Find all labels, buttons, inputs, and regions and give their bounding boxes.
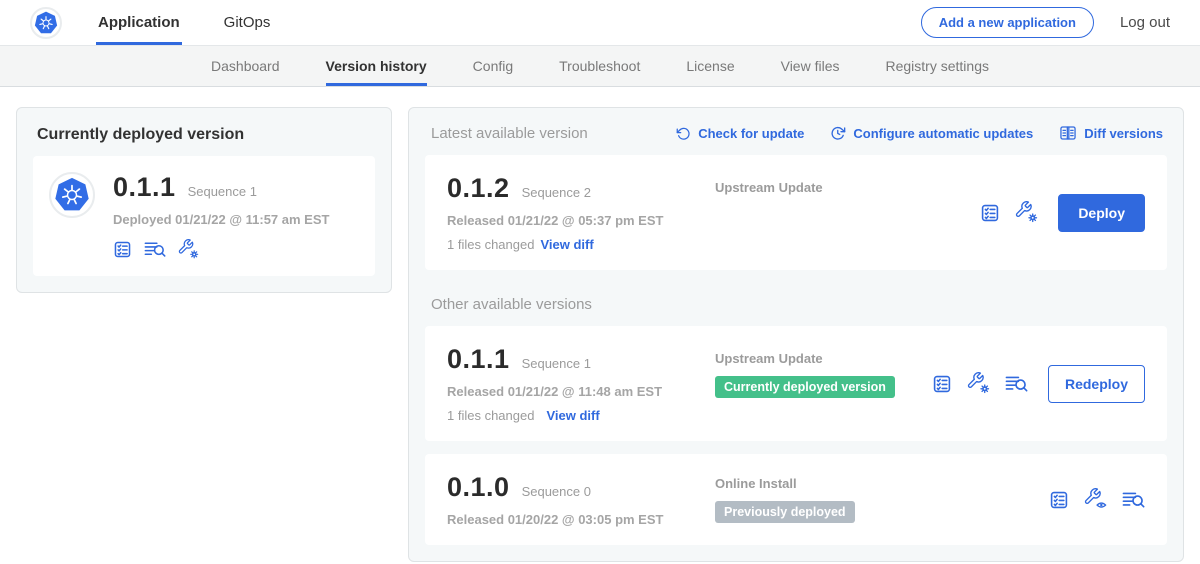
- subnav-item-license[interactable]: License: [686, 46, 734, 86]
- release-notes-icon[interactable]: [1005, 374, 1028, 394]
- app-subnav: Dashboard Version history Config Trouble…: [0, 46, 1200, 87]
- header-tab-application[interactable]: Application: [96, 0, 182, 45]
- checklist-icon[interactable]: [113, 240, 132, 259]
- view-diff-link[interactable]: View diff: [540, 237, 593, 252]
- released-timestamp: Released 01/21/22 @ 05:37 pm EST: [447, 213, 715, 228]
- deploy-button[interactable]: Deploy: [1058, 194, 1145, 232]
- subnav-item-version-history[interactable]: Version history: [326, 46, 427, 86]
- deployed-sequence-label: Sequence 1: [188, 184, 257, 199]
- checklist-icon[interactable]: [980, 203, 1000, 223]
- previously-deployed-badge: Previously deployed: [715, 501, 855, 523]
- diff-versions-label: Diff versions: [1084, 126, 1163, 141]
- deployed-timestamp: Deployed 01/21/22 @ 11:57 am EST: [113, 212, 329, 227]
- currently-deployed-card: 0.1.1 Sequence 1 Deployed 01/21/22 @ 11:…: [33, 156, 375, 276]
- version-source-label: Upstream Update: [715, 180, 980, 195]
- version-history-panel: Latest available version Check for updat…: [408, 107, 1184, 562]
- release-notes-icon[interactable]: [1122, 490, 1145, 510]
- auto-update-icon: [830, 125, 846, 141]
- subnav-item-view-files[interactable]: View files: [781, 46, 840, 86]
- release-notes-icon[interactable]: [144, 240, 166, 259]
- version-number: 0.1.0: [447, 472, 510, 503]
- check-for-update-link[interactable]: Check for update: [676, 126, 804, 141]
- app-header: Application GitOps Add a new application…: [0, 0, 1200, 46]
- header-spacer: [312, 0, 920, 45]
- diff-versions-link[interactable]: Diff versions: [1059, 124, 1163, 142]
- check-for-update-label: Check for update: [698, 126, 804, 141]
- view-config-icon[interactable]: [1084, 488, 1107, 511]
- header-tab-gitops[interactable]: GitOps: [222, 0, 273, 45]
- app-logo[interactable]: [30, 0, 62, 45]
- view-diff-link[interactable]: View diff: [546, 408, 599, 423]
- refresh-icon: [676, 126, 691, 141]
- currently-deployed-panel: Currently deployed version 0.1.1 Sequenc…: [16, 107, 392, 293]
- deployed-version-number: 0.1.1: [113, 172, 176, 203]
- logout-button[interactable]: Log out: [1120, 14, 1170, 31]
- version-row-0-1-1: 0.1.1 Sequence 1 Released 01/21/22 @ 11:…: [425, 326, 1167, 441]
- checklist-icon[interactable]: [1049, 490, 1069, 510]
- checklist-icon[interactable]: [932, 374, 952, 394]
- version-number: 0.1.1: [447, 344, 510, 375]
- released-timestamp: Released 01/20/22 @ 03:05 pm EST: [447, 512, 715, 527]
- sequence-label: Sequence 1: [522, 356, 591, 371]
- files-changed-label: 1 files changed: [447, 408, 534, 423]
- subnav-item-registry-settings[interactable]: Registry settings: [886, 46, 989, 86]
- other-versions-heading: Other available versions: [431, 296, 1167, 313]
- configure-automatic-updates-link[interactable]: Configure automatic updates: [830, 125, 1033, 141]
- subnav-item-troubleshoot[interactable]: Troubleshoot: [559, 46, 640, 86]
- released-timestamp: Released 01/21/22 @ 11:48 am EST: [447, 384, 715, 399]
- currently-deployed-title: Currently deployed version: [37, 126, 375, 144]
- add-application-button[interactable]: Add a new application: [921, 7, 1094, 38]
- sequence-label: Sequence 2: [522, 185, 591, 200]
- version-source-label: Online Install: [715, 476, 1049, 491]
- version-row-0-1-0: 0.1.0 Sequence 0 Released 01/20/22 @ 03:…: [425, 454, 1167, 545]
- sequence-label: Sequence 0: [522, 484, 591, 499]
- version-source-label: Upstream Update: [715, 351, 932, 366]
- edit-config-icon[interactable]: [1015, 201, 1038, 224]
- main-content: Currently deployed version 0.1.1 Sequenc…: [0, 87, 1200, 562]
- edit-config-icon[interactable]: [178, 239, 199, 260]
- latest-version-heading: Latest available version: [431, 125, 588, 142]
- kubernetes-app-icon: [49, 172, 95, 218]
- diff-versions-icon: [1059, 124, 1077, 142]
- subnav-item-config[interactable]: Config: [473, 46, 513, 86]
- subnav-item-dashboard[interactable]: Dashboard: [211, 46, 280, 86]
- configure-automatic-updates-label: Configure automatic updates: [853, 126, 1033, 141]
- version-row-0-1-2: 0.1.2 Sequence 2 Released 01/21/22 @ 05:…: [425, 155, 1167, 270]
- version-number: 0.1.2: [447, 173, 510, 204]
- kubernetes-logo-icon: [30, 7, 62, 39]
- edit-config-icon[interactable]: [967, 372, 990, 395]
- files-changed-label: 1 files changed: [447, 237, 534, 252]
- currently-deployed-badge: Currently deployed version: [715, 376, 895, 398]
- redeploy-button[interactable]: Redeploy: [1048, 365, 1145, 403]
